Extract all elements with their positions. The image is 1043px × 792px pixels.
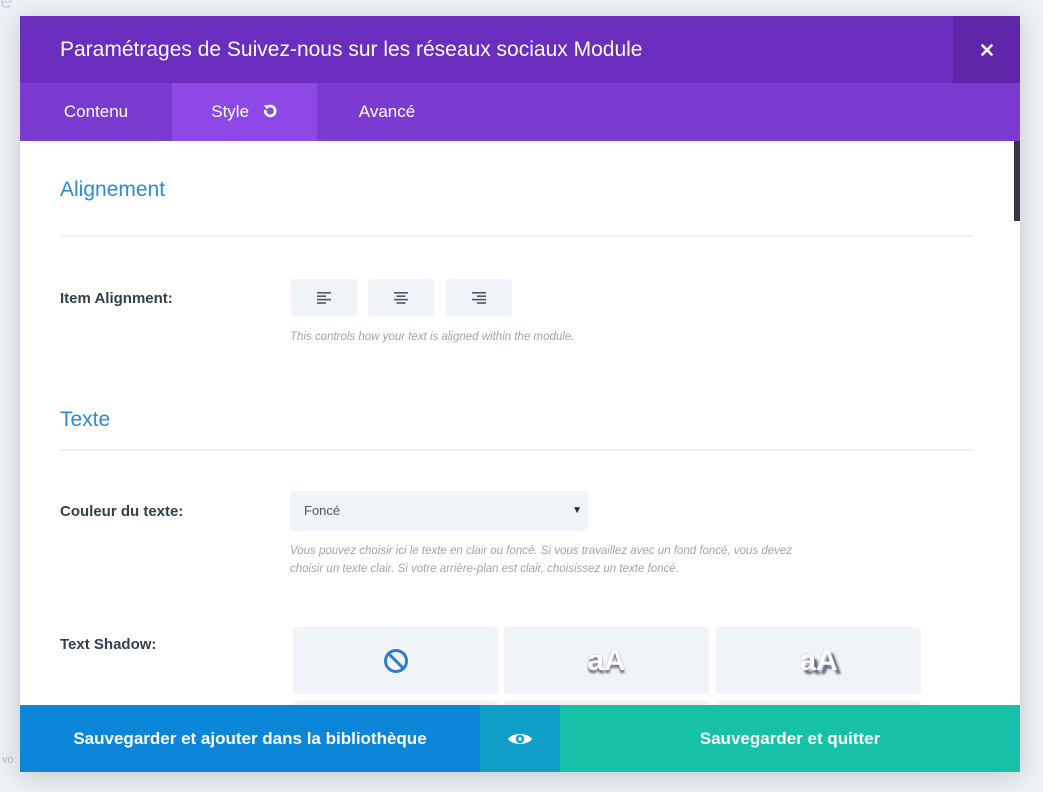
tab-contenu-label: Contenu xyxy=(63,102,129,121)
save-to-library-button[interactable]: Sauvegarder et ajouter dans la bibliothè… xyxy=(20,705,480,772)
text-shadow-sample-1: aA xyxy=(587,643,626,677)
close-icon xyxy=(980,43,993,56)
tab-bar: Contenu Style Avancé xyxy=(20,83,1020,141)
background-footer-hint: vo xyxy=(2,754,14,766)
settings-body: Alignement Item Alignment: This controls… xyxy=(20,141,1020,705)
align-left-button[interactable] xyxy=(291,279,357,316)
modal-footer: Sauvegarder et ajouter dans la bibliothè… xyxy=(20,705,1020,772)
text-color-description: Vous pouvez choisir ici le texte en clai… xyxy=(290,542,890,578)
dropdown-arrow-icon: ▼ xyxy=(572,505,582,516)
section-divider xyxy=(60,449,973,451)
text-shadow-option-1[interactable]: aA xyxy=(504,627,709,694)
save-and-quit-button[interactable]: Sauvegarder et quitter xyxy=(560,705,1020,772)
align-center-button[interactable] xyxy=(368,279,434,316)
modal-header: Paramétrages de Suivez-nous sur les rése… xyxy=(20,16,1020,83)
close-button[interactable] xyxy=(953,16,1020,83)
tab-style-label: Style xyxy=(211,102,250,121)
no-shadow-icon xyxy=(383,648,408,673)
text-shadow-option-2[interactable]: aA xyxy=(716,627,921,694)
align-left-icon xyxy=(317,291,331,304)
settings-modal: Paramétrages de Suivez-nous sur les rése… xyxy=(20,16,1020,772)
modal-title: Paramétrages de Suivez-nous sur les rése… xyxy=(60,38,643,61)
text-color-description-line1: Vous pouvez choisir ici le texte en clai… xyxy=(290,545,793,557)
align-right-button[interactable] xyxy=(446,279,512,316)
item-alignment-label: Item Alignment: xyxy=(60,290,173,307)
text-shadow-label: Text Shadow: xyxy=(60,636,157,653)
eye-icon xyxy=(508,733,532,744)
tab-avance[interactable]: Avancé xyxy=(317,83,457,141)
tab-avance-label: Avancé xyxy=(358,102,416,121)
text-shadow-none-option[interactable] xyxy=(293,627,498,694)
align-right-icon xyxy=(472,291,486,304)
text-color-selected-value: Foncé xyxy=(304,503,341,518)
background-corner-text: e xyxy=(0,0,13,13)
text-color-description-line2: choisir un texte clair. Si votre arrière… xyxy=(290,563,679,575)
tab-contenu[interactable]: Contenu xyxy=(20,83,172,141)
scrollbar[interactable] xyxy=(1014,141,1020,221)
item-alignment-description: This controls how your text is aligned w… xyxy=(290,331,575,343)
section-title-text: Texte xyxy=(60,408,111,431)
reset-icon[interactable] xyxy=(262,103,278,119)
text-color-label: Couleur du texte: xyxy=(60,503,184,520)
text-color-select[interactable]: Foncé ▼ xyxy=(290,491,588,531)
tab-style[interactable]: Style xyxy=(172,83,317,141)
preview-button[interactable] xyxy=(480,705,560,772)
section-title-alignment: Alignement xyxy=(60,178,166,201)
section-divider xyxy=(60,235,973,237)
align-center-icon xyxy=(394,291,408,304)
text-shadow-sample-2: aA xyxy=(799,643,838,677)
